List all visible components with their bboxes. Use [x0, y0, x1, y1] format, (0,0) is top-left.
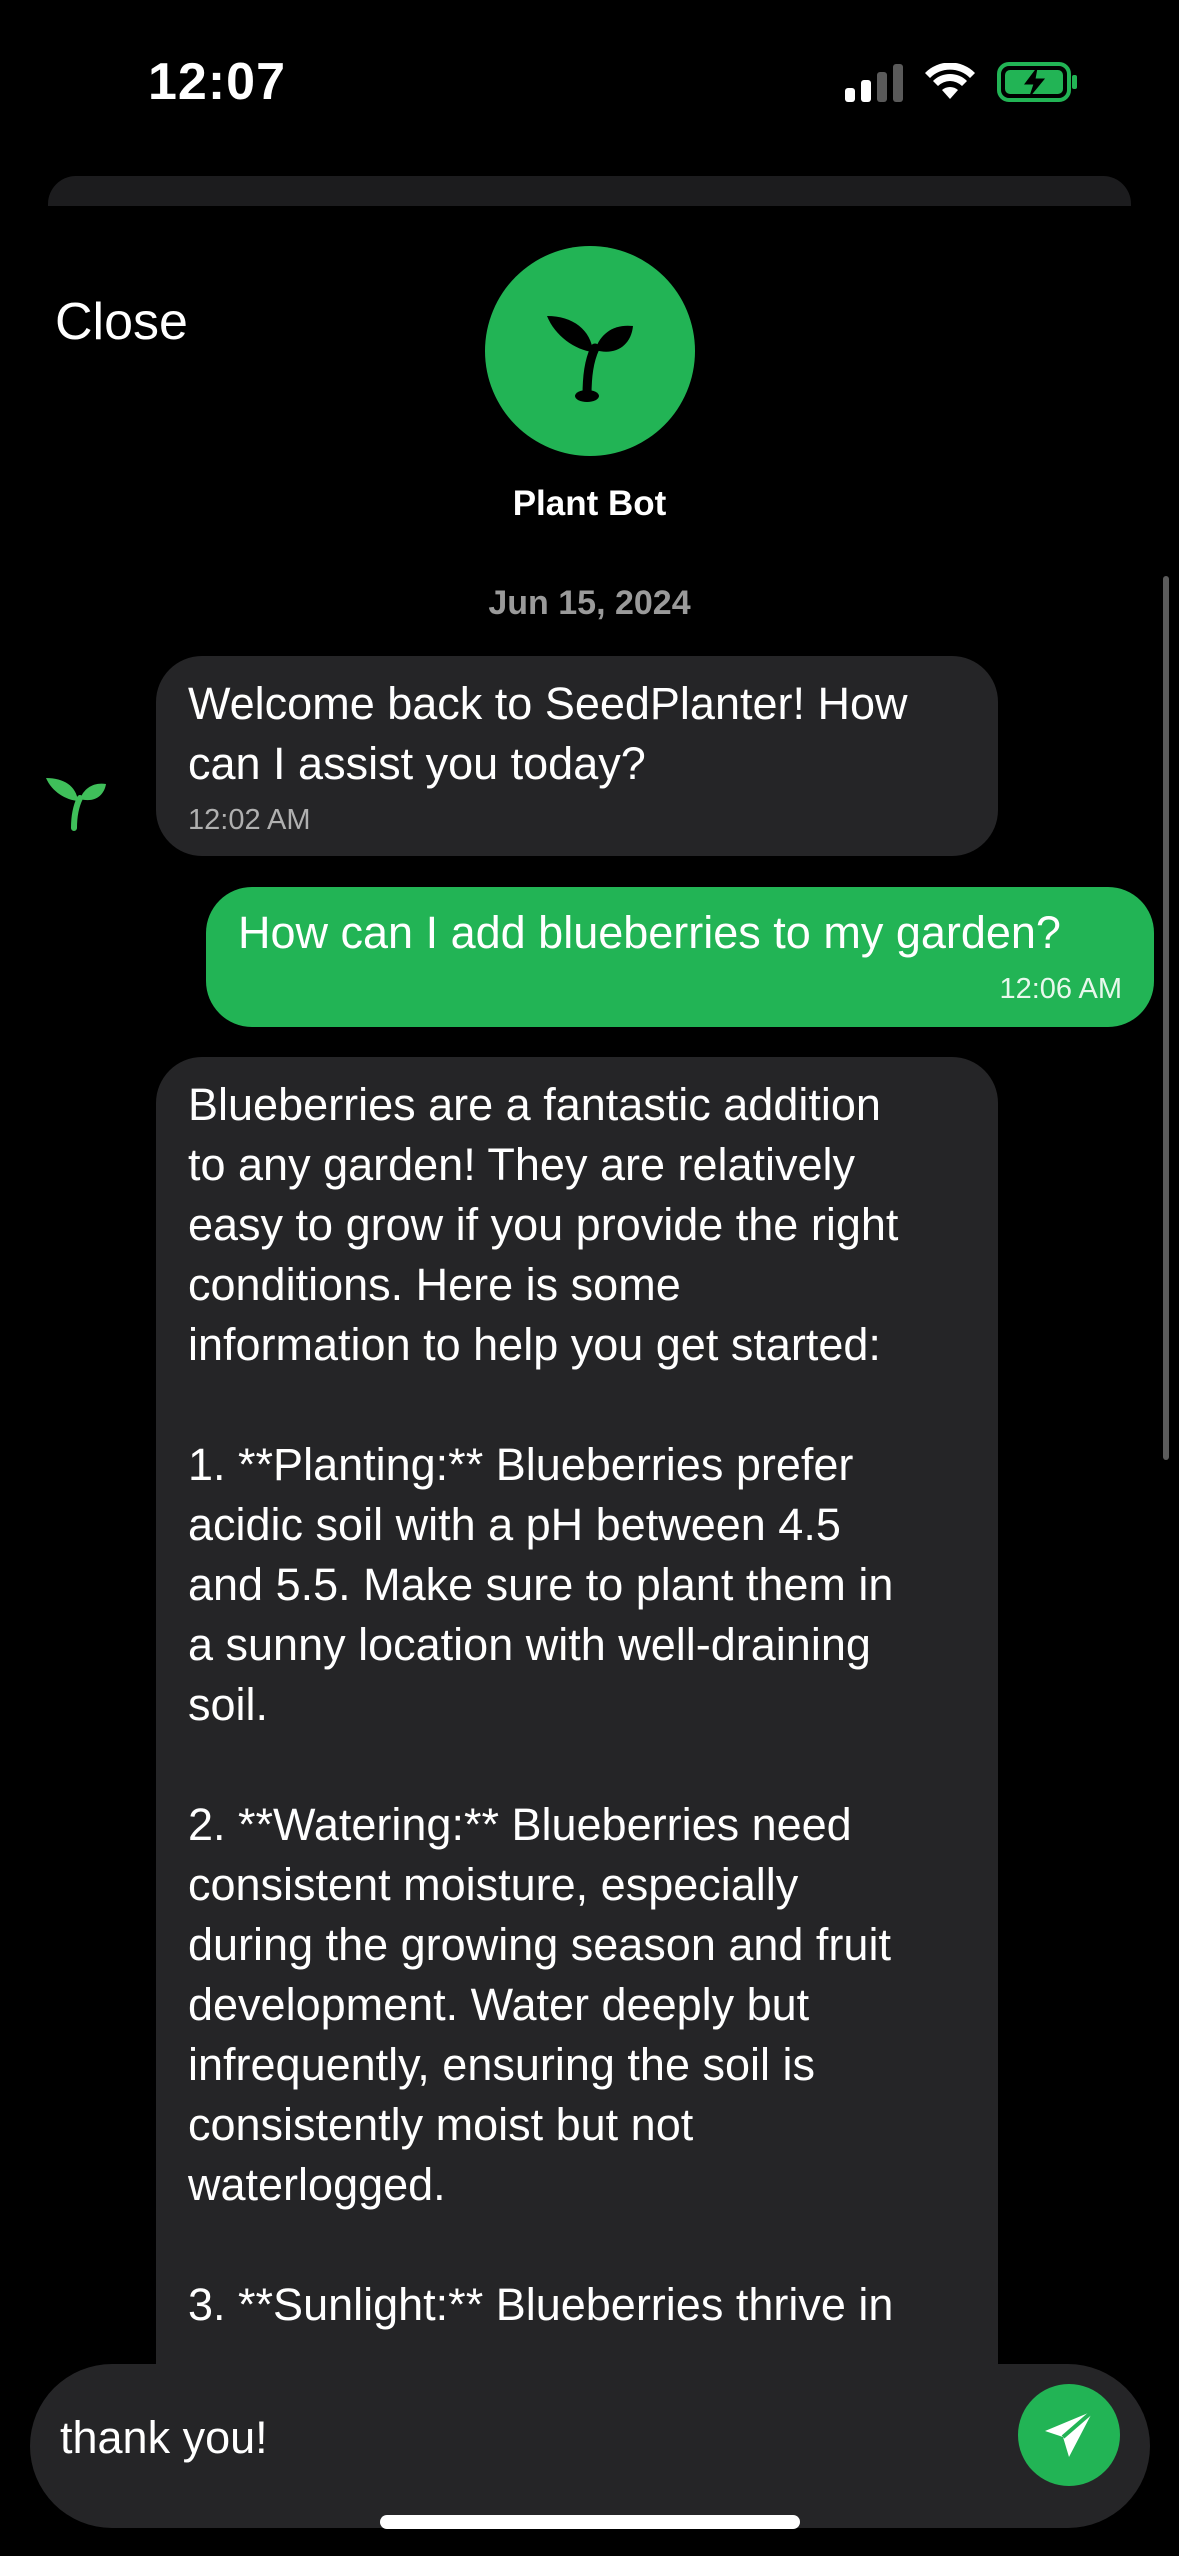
status-icons [845, 62, 1079, 102]
send-button[interactable] [1018, 2384, 1120, 2486]
sprout-icon [46, 778, 106, 831]
message-time: 12:02 AM [188, 804, 311, 836]
close-button[interactable]: Close [55, 292, 188, 352]
message-composer: thank you! [30, 2364, 1150, 2528]
bot-name: Plant Bot [512, 484, 667, 523]
sprout-icon [547, 316, 633, 402]
message-text: Blueberries are a fantastic addition to … [188, 1079, 899, 2330]
message-bubble-bot: Welcome back to SeedPlanter! How can I a… [156, 656, 998, 856]
message-time: 12:06 AM [999, 973, 1122, 1005]
chat-screen: 12:07 Close Plant Bot Jun 15, 2024 Welco… [0, 0, 1179, 2556]
battery-charging-icon [997, 62, 1077, 102]
bot-avatar [485, 246, 695, 456]
cellular-signal-icon [845, 62, 903, 102]
wifi-icon [925, 63, 975, 99]
message-bubble-user: How can I add blueberries to my garden? … [206, 887, 1154, 1027]
scrollbar[interactable] [1163, 576, 1169, 1460]
paper-plane-icon [1045, 2409, 1095, 2457]
status-time: 12:07 [148, 53, 286, 111]
home-indicator [380, 2515, 800, 2529]
date-separator: Jun 15, 2024 [488, 584, 691, 622]
message-input[interactable]: thank you! [60, 2412, 268, 2464]
message-bubble-bot: Blueberries are a fantastic addition to … [156, 1057, 998, 2457]
message-text: How can I add blueberries to my garden? [238, 907, 1061, 958]
message-text: Welcome back to SeedPlanter! How can I a… [188, 678, 908, 789]
sheet-top-edge [48, 176, 1131, 206]
